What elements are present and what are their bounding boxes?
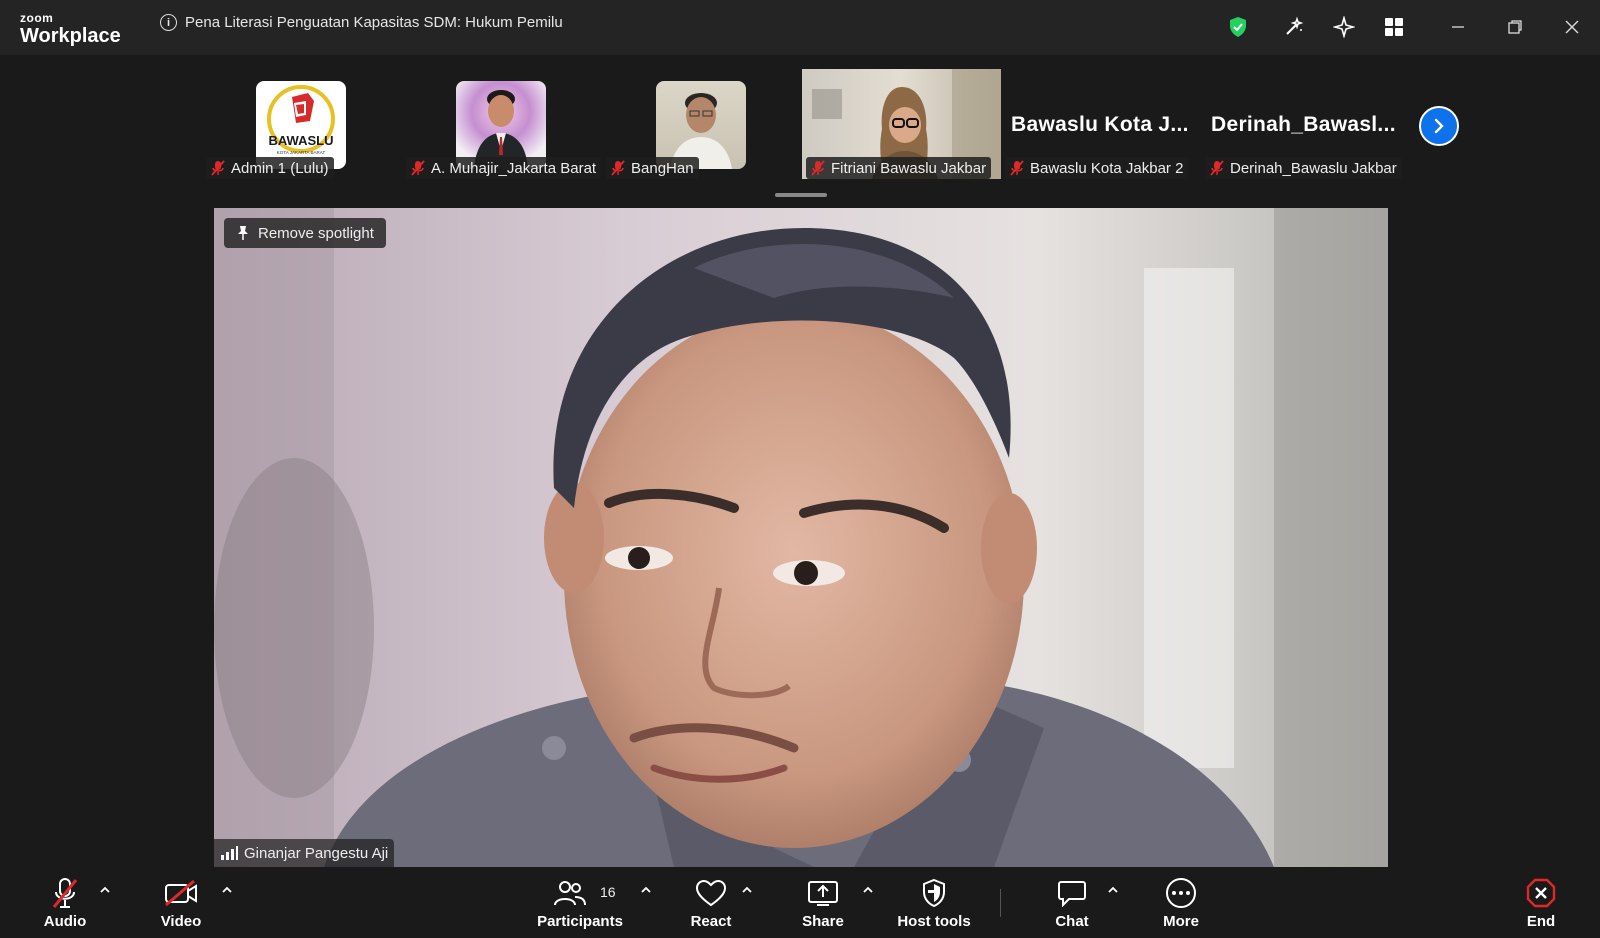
share-label: Share	[802, 913, 844, 930]
remove-spotlight-label: Remove spotlight	[258, 224, 374, 242]
chat-icon	[1058, 881, 1086, 907]
participant-photo	[656, 81, 746, 169]
participant-tile[interactable]: BangHan	[602, 69, 798, 179]
participant-name: Derinah_Bawaslu Jakbar	[1230, 159, 1397, 177]
audio-label: Audio	[43, 913, 87, 930]
end-call-icon	[1526, 878, 1556, 908]
mic-muted-icon	[211, 160, 225, 176]
mic-muted-icon	[1010, 160, 1024, 176]
heart-icon	[695, 879, 727, 907]
meeting-title[interactable]: i Pena Literasi Penguatan Kapasitas SDM:…	[160, 14, 563, 31]
participant-label: Bawaslu Kota Jakbar 2	[1005, 157, 1189, 179]
apps-icon[interactable]	[1379, 12, 1409, 42]
meeting-title-text: Pena Literasi Penguatan Kapasitas SDM: H…	[185, 14, 563, 31]
more-icon	[1166, 878, 1196, 908]
next-page-button[interactable]	[1419, 106, 1459, 146]
mic-muted-icon	[811, 160, 825, 176]
video-label: Video	[160, 913, 202, 930]
participant-label: Fitriani Bawaslu Jakbar	[806, 157, 992, 179]
strip-scroll-indicator[interactable]	[775, 193, 827, 197]
toolbar-divider	[1000, 889, 1001, 917]
video-off-icon	[165, 879, 197, 907]
participant-display-name: Bawaslu Kota J...	[1011, 113, 1189, 136]
close-icon[interactable]	[1557, 12, 1587, 42]
participants-icon	[554, 881, 586, 906]
chevron-up-icon[interactable]	[861, 883, 875, 897]
audio-button[interactable]: Audio	[20, 875, 110, 930]
mic-muted-icon	[411, 160, 425, 176]
participant-name: Admin 1 (Lulu)	[231, 159, 329, 177]
speaker-name: Ginanjar Pangestu Aji	[244, 844, 389, 862]
participant-tile-name[interactable]: Bawaslu Kota J... Bawaslu Kota Jakbar 2	[1005, 69, 1201, 179]
chat-label: Chat	[1055, 913, 1089, 930]
pin-icon	[238, 226, 248, 240]
participant-label: Admin 1 (Lulu)	[206, 157, 334, 179]
participant-name: BangHan	[631, 159, 694, 177]
participant-name: Bawaslu Kota Jakbar 2	[1030, 159, 1184, 177]
participant-label: BangHan	[606, 157, 699, 179]
end-button[interactable]: End	[1496, 875, 1586, 930]
minimize-icon[interactable]	[1443, 12, 1473, 42]
mic-muted-icon	[1210, 160, 1224, 176]
speaker-video-frame	[214, 208, 1388, 867]
participant-name: Fitriani Bawaslu Jakbar	[831, 159, 987, 177]
host-tools-label: Host tools	[897, 913, 971, 930]
react-label: React	[690, 913, 732, 930]
end-label: End	[1526, 913, 1556, 930]
chat-button[interactable]: Chat	[1027, 875, 1117, 930]
more-button[interactable]: More	[1136, 875, 1226, 930]
participant-label: A. Muhajir_Jakarta Barat	[406, 157, 602, 179]
video-button[interactable]: Video	[136, 875, 226, 930]
participant-display-name: Derinah_Bawasl...	[1211, 113, 1396, 136]
host-shield-icon	[923, 878, 945, 908]
magic-wand-icon[interactable]	[1279, 12, 1309, 42]
participant-tile[interactable]: A. Muhajir_Jakarta Barat	[402, 69, 602, 179]
chevron-up-icon[interactable]	[98, 883, 112, 897]
main-video[interactable]: Remove spotlight Ginanjar Pangestu Aji	[214, 208, 1388, 867]
chevron-up-icon[interactable]	[740, 883, 754, 897]
participant-name: A. Muhajir_Jakarta Barat	[431, 159, 597, 177]
mic-muted-icon	[52, 878, 78, 908]
zoom-app: zoom Workplace i Pena Literasi Penguatan…	[0, 0, 1600, 938]
sparkle-icon[interactable]	[1329, 12, 1359, 42]
participants-label: Participants	[537, 913, 623, 930]
host-tools-button[interactable]: Host tools	[888, 875, 980, 930]
remove-spotlight-button[interactable]: Remove spotlight	[224, 218, 386, 248]
chevron-up-icon[interactable]	[639, 883, 653, 897]
logo-subtext: KOTA JAKARTA BARAT	[277, 150, 326, 155]
participant-tile[interactable]: BAWASLU KOTA JAKARTA BARAT Admin 1 (Lulu…	[202, 69, 398, 179]
info-icon[interactable]: i	[160, 14, 177, 31]
mic-muted-icon	[611, 160, 625, 176]
participant-tile-video[interactable]: Fitriani Bawaslu Jakbar	[802, 69, 1001, 179]
brand-bottom: Workplace	[20, 25, 121, 47]
chevron-up-icon[interactable]	[220, 883, 234, 897]
share-screen-icon	[808, 881, 838, 906]
brand-logo: zoom Workplace	[20, 12, 121, 46]
gallery-strip: BAWASLU KOTA JAKARTA BARAT Admin 1 (Lulu…	[0, 55, 1600, 205]
restore-icon[interactable]	[1500, 12, 1530, 42]
active-speaker-label: Ginanjar Pangestu Aji	[214, 839, 395, 867]
signal-strength-icon	[221, 846, 238, 860]
meeting-toolbar: Audio Video Participants 16 React Share …	[0, 867, 1600, 938]
participants-count: 16	[600, 884, 616, 900]
more-label: More	[1163, 913, 1199, 930]
brand-top: zoom	[20, 11, 54, 25]
chevron-up-icon[interactable]	[1106, 883, 1120, 897]
shield-icon[interactable]	[1223, 12, 1253, 42]
logo-text: BAWASLU	[269, 133, 334, 148]
share-button[interactable]: Share	[778, 875, 868, 930]
bawaslu-logo: BAWASLU KOTA JAKARTA BARAT	[256, 81, 346, 169]
participant-photo	[456, 81, 546, 169]
title-bar: zoom Workplace i Pena Literasi Penguatan…	[0, 0, 1600, 55]
chevron-right-icon	[1434, 118, 1444, 134]
participant-label: Derinah_Bawaslu Jakbar	[1205, 157, 1402, 179]
participant-tile-name[interactable]: Derinah_Bawasl... Derinah_Bawaslu Jakbar	[1205, 69, 1402, 179]
